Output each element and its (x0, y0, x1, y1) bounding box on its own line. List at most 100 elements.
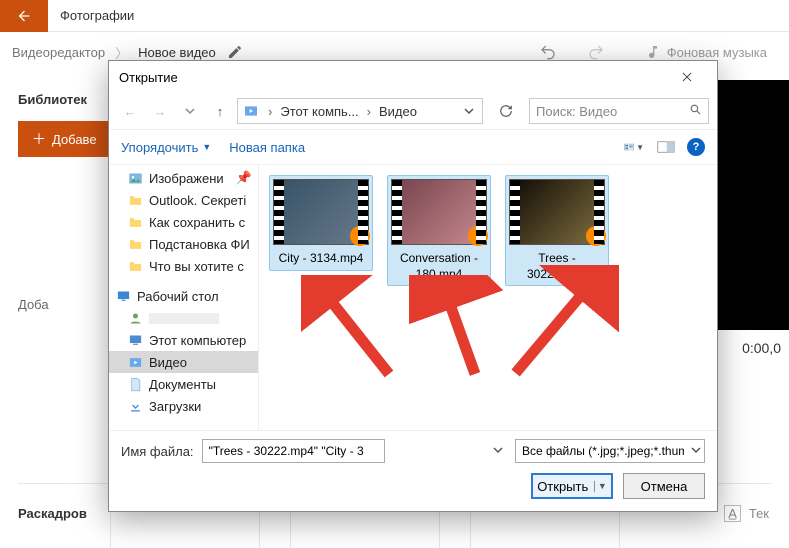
tree-label: Outlook. Секреті (149, 193, 246, 208)
path-segment-folder[interactable]: Видео (379, 104, 417, 119)
music-icon (645, 44, 661, 60)
tree-item-pc[interactable]: Этот компьютер (109, 329, 258, 351)
text-tool[interactable]: A̲ Тек (724, 505, 769, 522)
breadcrumb[interactable]: Видеоредактор (12, 45, 105, 60)
tree-item-desktop[interactable]: Рабочий стол (109, 285, 258, 307)
close-button[interactable] (667, 63, 707, 91)
tree-item-downloads[interactable]: Загрузки (109, 395, 258, 417)
video-thumbnail (273, 179, 369, 245)
add-button-label: Добаве (52, 132, 97, 147)
chevron-down-icon[interactable] (691, 443, 701, 458)
nav-recent-button[interactable] (177, 98, 203, 124)
view-mode-button[interactable]: ▼ (623, 138, 645, 156)
project-name[interactable]: Новое видео (138, 45, 216, 60)
tree-item-folder[interactable]: Outlook. Секреті (109, 189, 258, 211)
app-title: Фотографии (60, 8, 134, 23)
folder-icon (127, 192, 143, 208)
tree-item-folder[interactable]: Подстановка ФИ (109, 233, 258, 255)
video-folder-icon (242, 102, 260, 120)
arrow-left-icon (16, 8, 32, 24)
add-button[interactable]: ＋ Добаве (18, 121, 111, 157)
new-folder-button[interactable]: Новая папка (229, 140, 305, 155)
path-segment-pc[interactable]: Этот компь... (280, 104, 358, 119)
storyboard-slot[interactable] (290, 510, 440, 548)
search-icon (689, 103, 702, 119)
tree-item-video[interactable]: Видео (109, 351, 258, 373)
dialog-title: Открытие (119, 70, 178, 85)
preview-pane-button[interactable] (655, 138, 677, 156)
video-thumbnail (391, 179, 487, 245)
tree-label: Изображени (149, 171, 224, 186)
back-button[interactable] (0, 0, 48, 32)
chevron-down-icon: ▼ (202, 142, 211, 152)
pencil-icon[interactable] (226, 43, 244, 61)
documents-icon (127, 376, 143, 392)
folder-icon (127, 258, 143, 274)
address-bar[interactable]: › Этот компь... › Видео (237, 98, 483, 124)
tree-item-documents[interactable]: Документы (109, 373, 258, 395)
open-button[interactable]: Открыть│▼ (531, 473, 613, 499)
picture-icon (127, 170, 143, 186)
tree-label: Этот компьютер (149, 333, 246, 348)
folder-icon (127, 236, 143, 252)
file-item[interactable]: Conversation - 180.mp4 (387, 175, 491, 286)
search-input[interactable]: Поиск: Видео (529, 98, 709, 124)
tree-label: Что вы хотите с (149, 259, 244, 274)
file-name: City - 3134.mp4 (273, 251, 369, 267)
close-icon (680, 70, 694, 84)
plus-icon: ＋ (32, 129, 46, 149)
undo-icon[interactable] (539, 43, 557, 61)
path-dropdown-button[interactable] (460, 104, 478, 119)
nav-forward-button[interactable]: → (147, 98, 173, 124)
folder-icon (127, 214, 143, 230)
storyboard-slot[interactable] (110, 510, 260, 548)
play-icon (350, 226, 370, 246)
pin-icon: 📌 (236, 170, 252, 186)
organize-menu[interactable]: Упорядочить ▼ (121, 140, 211, 155)
filename-input[interactable] (202, 439, 385, 463)
desktop-icon (115, 288, 131, 304)
background-music-button[interactable]: Фоновая музыка (645, 44, 767, 60)
tree-item-folder[interactable]: Что вы хотите с (109, 255, 258, 277)
tree-item-user[interactable] (109, 307, 258, 329)
help-button[interactable]: ? (687, 138, 705, 156)
cancel-button[interactable]: Отмена (623, 473, 705, 499)
chevron-right-icon: › (363, 104, 375, 119)
tree-label: Подстановка ФИ (149, 237, 250, 252)
file-open-dialog: Открытие ← → ↑ › Этот компь... › Видео П… (108, 60, 718, 512)
chevron-right-icon: 〉 (115, 43, 128, 62)
tree-label: Загрузки (149, 399, 201, 414)
user-icon (127, 310, 143, 326)
file-item[interactable]: City - 3134.mp4 (269, 175, 373, 271)
tree-label: Рабочий стол (137, 289, 219, 304)
split-chevron-icon[interactable]: │▼ (592, 481, 607, 491)
tree-label: Документы (149, 377, 216, 392)
video-thumbnail (509, 179, 605, 245)
play-icon (468, 226, 488, 246)
background-music-label: Фоновая музыка (667, 45, 767, 60)
download-icon (127, 398, 143, 414)
filename-label: Имя файла: (121, 444, 194, 459)
nav-up-button[interactable]: ↑ (207, 98, 233, 124)
annotation-arrow-icon (301, 275, 411, 385)
filetype-filter[interactable] (515, 439, 705, 463)
chevron-right-icon: › (264, 104, 276, 119)
redo-icon[interactable] (587, 43, 605, 61)
file-list[interactable]: City - 3134.mp4 Conversation - 180.mp4 T… (259, 165, 717, 430)
play-icon (586, 226, 606, 246)
refresh-button[interactable] (493, 104, 519, 118)
storyboard-slot[interactable] (470, 510, 620, 548)
annotation-arrow-icon (489, 265, 619, 385)
video-folder-icon (127, 354, 143, 370)
text-tool-label: Тек (749, 506, 769, 521)
folder-tree[interactable]: Изображени 📌 Outlook. Секреті Как сохрани… (109, 165, 259, 430)
search-placeholder: Поиск: Видео (536, 104, 617, 119)
storyboard-title: Раскадров (18, 506, 87, 521)
chevron-down-icon[interactable] (493, 443, 503, 458)
tree-item-folder[interactable]: Как сохранить с (109, 211, 258, 233)
nav-back-button[interactable]: ← (117, 98, 143, 124)
organize-label: Упорядочить (121, 140, 198, 155)
tree-label: Как сохранить с (149, 215, 245, 230)
cancel-button-label: Отмена (641, 479, 688, 494)
tree-item-images[interactable]: Изображени 📌 (109, 167, 258, 189)
